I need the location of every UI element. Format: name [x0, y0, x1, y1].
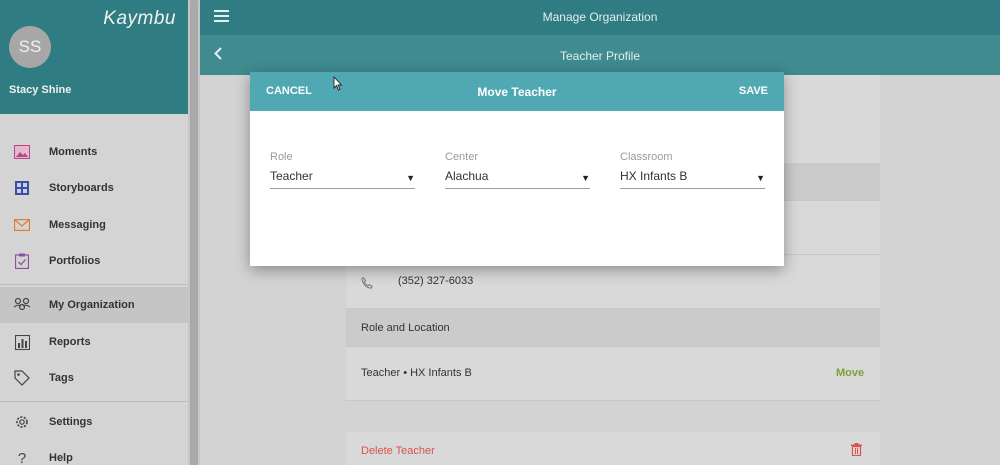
classroom-select[interactable]: HX Infants B ▼	[620, 169, 765, 189]
sub-header-bar: Teacher Profile	[200, 35, 1000, 75]
sidebar-item-help[interactable]: ? Help	[0, 440, 188, 465]
brand-logo: Kaymbu	[103, 8, 176, 29]
move-teacher-dialog: CANCEL Move Teacher SAVE Role Teacher ▼ …	[250, 72, 784, 266]
dropdown-caret-icon: ▼	[756, 173, 765, 183]
role-value: Teacher	[270, 169, 313, 183]
sidebar: Kaymbu SS Stacy Shine Moments Storyboard…	[0, 0, 188, 465]
envelope-icon	[13, 216, 31, 234]
dialog-header: CANCEL Move Teacher SAVE	[250, 72, 784, 111]
sidebar-header: Kaymbu SS Stacy Shine	[0, 0, 188, 114]
storyboard-icon	[13, 179, 31, 197]
role-field: Role Teacher ▼	[270, 151, 415, 189]
classroom-label: Classroom	[620, 151, 673, 163]
avatar[interactable]: SS	[9, 26, 51, 68]
organization-icon	[13, 296, 31, 314]
sidebar-item-label: My Organization	[49, 299, 135, 311]
classroom-value: HX Infants B	[620, 169, 688, 183]
classroom-field: Classroom HX Infants B ▼	[620, 151, 765, 189]
dialog-title: Move Teacher	[477, 85, 557, 99]
gear-icon	[13, 413, 31, 431]
center-field: Center Alachua ▼	[445, 151, 590, 189]
sidebar-item-label: Storyboards	[49, 182, 114, 194]
sidebar-item-portfolios[interactable]: Portfolios	[0, 243, 188, 279]
role-location-row: Teacher • HX Infants B Move	[346, 347, 880, 401]
clipboard-check-icon	[13, 252, 31, 270]
user-name: Stacy Shine	[9, 84, 72, 96]
sidebar-item-label: Messaging	[49, 219, 106, 231]
bar-chart-icon	[13, 333, 31, 351]
dropdown-caret-icon: ▼	[581, 173, 590, 183]
sidebar-item-label: Settings	[49, 416, 93, 428]
center-value: Alachua	[445, 169, 489, 183]
sidebar-item-moments[interactable]: Moments	[0, 134, 188, 170]
delete-row: Delete Teacher	[346, 432, 880, 465]
scrollbar-thumb[interactable]	[190, 0, 198, 465]
sidebar-item-label: Help	[49, 452, 73, 464]
tag-icon	[13, 369, 31, 387]
dropdown-caret-icon: ▼	[406, 173, 415, 183]
sidebar-scrollbar[interactable]	[188, 0, 200, 465]
sidebar-item-label: Reports	[49, 336, 91, 348]
section-title: Role and Location	[361, 322, 450, 334]
sidebar-item-label: Moments	[49, 146, 98, 158]
sidebar-divider	[0, 284, 188, 285]
image-icon	[13, 143, 31, 161]
sidebar-item-settings[interactable]: Settings	[0, 404, 188, 440]
save-button[interactable]: SAVE	[739, 85, 768, 97]
sidebar-item-messaging[interactable]: Messaging	[0, 207, 188, 243]
mouse-cursor-icon	[333, 75, 343, 96]
role-location-value: Teacher • HX Infants B	[361, 367, 472, 379]
sidebar-item-storyboards[interactable]: Storyboards	[0, 170, 188, 206]
sidebar-item-reports[interactable]: Reports	[0, 324, 188, 360]
sidebar-item-tags[interactable]: Tags	[0, 360, 188, 396]
section-header-role-location: Role and Location	[346, 309, 880, 347]
role-select[interactable]: Teacher ▼	[270, 169, 415, 189]
delete-teacher-link[interactable]: Delete Teacher	[361, 445, 435, 457]
top-bar: Manage Organization	[200, 0, 1000, 35]
center-select[interactable]: Alachua ▼	[445, 169, 590, 189]
role-label: Role	[270, 151, 293, 163]
phone-number: (352) 327-6033	[398, 275, 474, 287]
move-link[interactable]: Move	[836, 367, 864, 379]
page-title: Manage Organization	[542, 10, 658, 24]
trash-icon[interactable]	[851, 443, 862, 461]
phone-icon	[361, 276, 373, 294]
center-label: Center	[445, 151, 479, 163]
help-icon: ?	[17, 449, 27, 465]
sidebar-item-my-organization[interactable]: My Organization	[0, 287, 188, 323]
sidebar-item-label: Portfolios	[49, 255, 101, 267]
sub-page-title: Teacher Profile	[559, 49, 641, 63]
sidebar-item-label: Tags	[49, 372, 74, 384]
sidebar-divider	[0, 401, 188, 402]
